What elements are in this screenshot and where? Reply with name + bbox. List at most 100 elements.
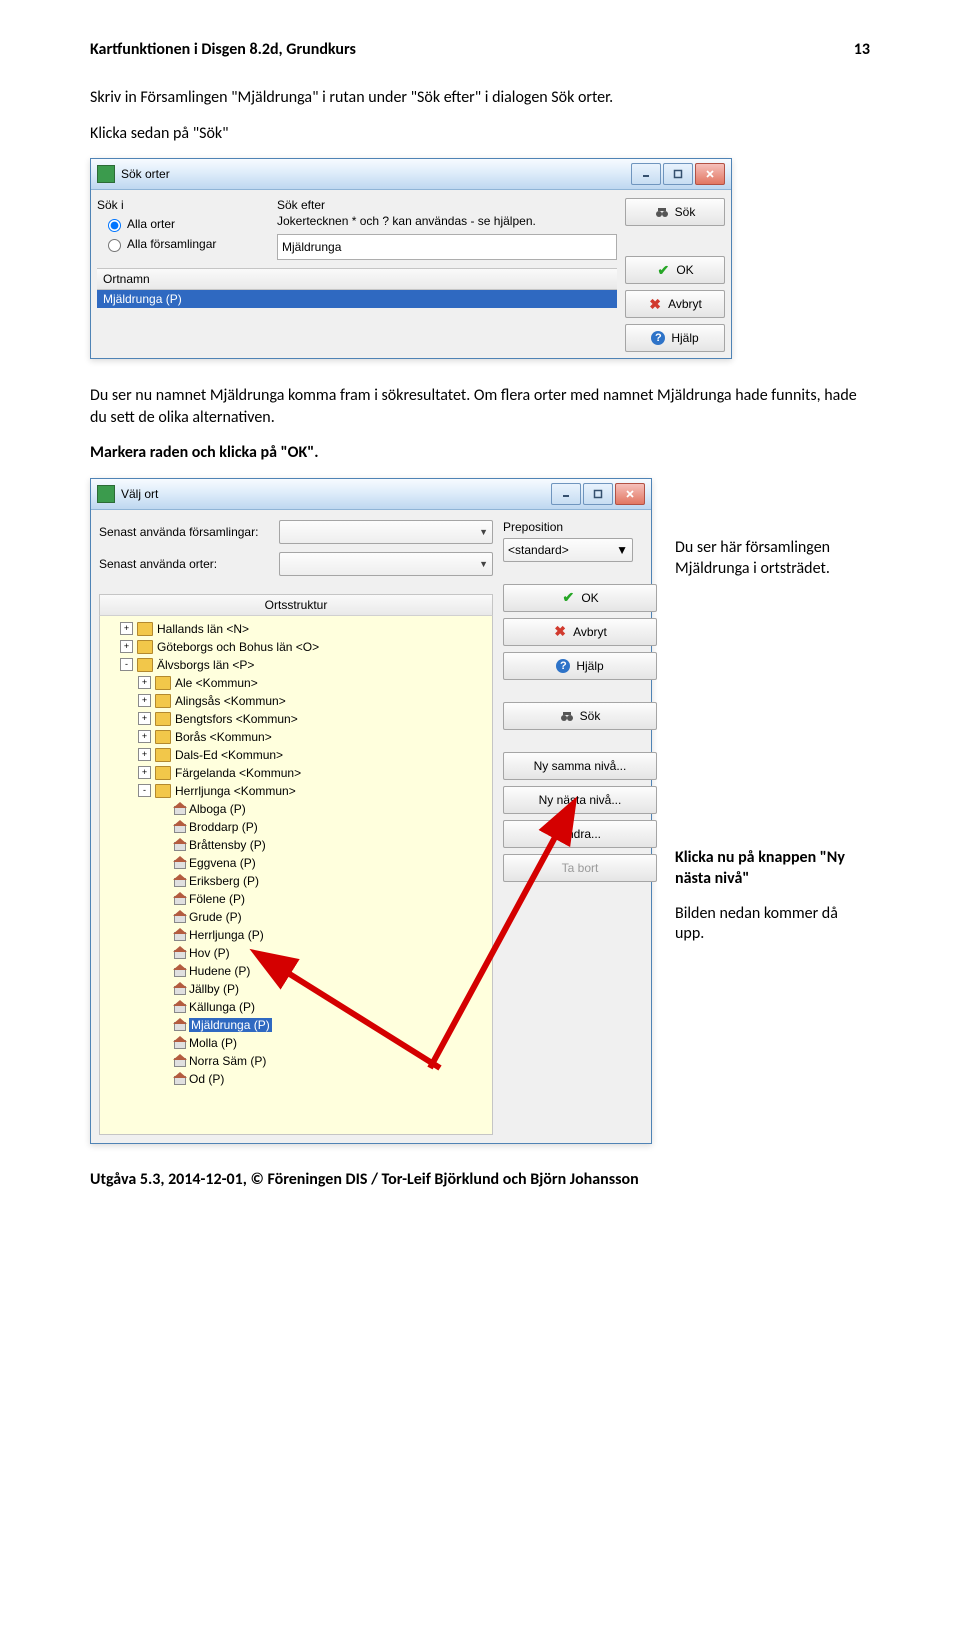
tree-branch-icon [158, 983, 169, 994]
combo-preposition[interactable]: <standard> ▼ [503, 538, 633, 562]
expand-icon[interactable]: + [138, 676, 151, 689]
expand-icon[interactable]: + [138, 730, 151, 743]
tree-item-label: Dals-Ed <Kommun> [175, 748, 283, 762]
folder-icon [155, 712, 171, 726]
folder-icon [155, 766, 171, 780]
house-icon [173, 1037, 185, 1049]
cancel-button[interactable]: ✖Avbryt [503, 618, 657, 646]
mid-text-1: Du ser nu namnet Mjäldrunga komma fram i… [90, 385, 870, 428]
folder-icon [137, 622, 153, 636]
chevron-down-icon: ▼ [479, 527, 488, 537]
close-button[interactable] [695, 163, 725, 185]
tree-item[interactable]: + Dals-Ed <Kommun> [102, 746, 490, 764]
expand-icon[interactable]: + [120, 622, 133, 635]
radio-alla-forsamlingar[interactable]: Alla församlingar [103, 236, 277, 252]
house-icon [173, 803, 185, 815]
tree-item-label: Bråttensby (P) [189, 838, 266, 852]
expand-icon[interactable]: + [138, 694, 151, 707]
side-note-2b: Bilden nedan kommer då upp. [675, 904, 865, 946]
intro-text-2: Klicka sedan på "Sök" [90, 123, 870, 145]
minimize-button[interactable] [631, 163, 661, 185]
tree-item-label: Borås <Kommun> [175, 730, 272, 744]
tree-item-label: Källunga (P) [189, 1000, 255, 1014]
tree-item-label: Färgelanda <Kommun> [175, 766, 301, 780]
maximize-button[interactable] [663, 163, 693, 185]
cancel-button[interactable]: ✖ Avbryt [625, 290, 725, 318]
tree-item[interactable]: +Göteborgs och Bohus län <O> [102, 638, 490, 656]
label-sok-efter: Sök efter [277, 198, 325, 212]
label-recent-parishes: Senast använda församlingar: [99, 525, 279, 539]
new-next-level-button[interactable]: Ny nästa nivå... [503, 786, 657, 814]
house-icon [173, 1001, 185, 1013]
ok-button[interactable]: ✔ OK [625, 256, 725, 284]
tree-item-label: Eggvena (P) [189, 856, 256, 870]
check-icon: ✔ [561, 591, 575, 605]
folder-icon [155, 748, 171, 762]
search-input[interactable]: Mjäldrunga [277, 234, 617, 260]
ok-button[interactable]: ✔OK [503, 584, 657, 612]
folder-icon [137, 640, 153, 654]
tree-item[interactable]: Alboga (P) [102, 800, 490, 818]
house-icon [173, 839, 185, 851]
tree-item[interactable]: -Herrljunga <Kommun> [102, 782, 490, 800]
tree-item-label: Ale <Kommun> [175, 676, 258, 690]
collapse-icon[interactable]: - [120, 658, 133, 671]
combo-recent-places[interactable]: ▼ [279, 552, 493, 576]
new-same-level-button[interactable]: Ny samma nivå... [503, 752, 657, 780]
collapse-icon[interactable]: - [138, 784, 151, 797]
search-button[interactable]: Sök [625, 198, 725, 226]
dialog1-title: Sök orter [121, 167, 170, 181]
tree-item[interactable]: + Hallands län <N> [102, 620, 490, 638]
help-icon: ? [651, 331, 665, 345]
expand-icon[interactable]: + [138, 748, 151, 761]
doc-header-page: 13 [854, 40, 870, 59]
tree-branch-icon [158, 947, 169, 958]
tree-item-label: Hallands län <N> [157, 622, 249, 636]
tree-branch-icon [158, 1055, 169, 1066]
minimize-button[interactable] [551, 483, 581, 505]
house-icon [173, 983, 185, 995]
tree-item[interactable]: + Färgelanda <Kommun> [102, 764, 490, 782]
joker-hint: Jokertecknen * och ? kan användas - se h… [277, 214, 617, 228]
dialog1-titlebar: Sök orter [91, 159, 731, 190]
tree-item[interactable]: + Ale <Kommun> [102, 674, 490, 692]
tree-item-label: Hov (P) [189, 946, 230, 960]
house-icon [173, 965, 185, 977]
tree-item[interactable]: +Alingsås <Kommun> [102, 692, 490, 710]
close-button[interactable] [615, 483, 645, 505]
tree-branch-icon [158, 803, 169, 814]
expand-icon[interactable]: + [138, 712, 151, 725]
tree-branch-icon [158, 929, 169, 940]
radio-alla-orter[interactable]: Alla orter [103, 216, 277, 232]
tree-branch-icon [158, 911, 169, 922]
help-button[interactable]: ?Hjälp [503, 652, 657, 680]
binoculars-icon [655, 205, 669, 219]
cross-icon: ✖ [648, 297, 662, 311]
tree-item-label: Mjäldrunga (P) [189, 1018, 272, 1032]
intro-text-1: Skriv in Församlingen "Mjäldrunga" i rut… [90, 87, 870, 109]
help-button[interactable]: ? Hjälp [625, 324, 725, 352]
house-icon [173, 929, 185, 941]
tree-item-label: Herrljunga (P) [189, 928, 264, 942]
tree-item[interactable]: -Älvsborgs län <P> [102, 656, 490, 674]
tree-item[interactable]: + Borås <Kommun> [102, 728, 490, 746]
tree-item-label: Broddarp (P) [189, 820, 258, 834]
tree-item-label: Fölene (P) [189, 892, 245, 906]
expand-icon[interactable]: + [120, 640, 133, 653]
expand-icon[interactable]: + [138, 766, 151, 779]
search-button[interactable]: Sök [503, 702, 657, 730]
result-row-selected[interactable]: Mjäldrunga (P) [97, 290, 617, 308]
label-sok-i: Sök i [97, 198, 277, 212]
binoculars-icon [560, 709, 574, 723]
tree-item-label: Molla (P) [189, 1036, 237, 1050]
house-icon [173, 893, 185, 905]
tree-item[interactable]: +Bengtsfors <Kommun> [102, 710, 490, 728]
combo-recent-parishes[interactable]: ▼ [279, 520, 493, 544]
dialog2-titlebar: Välj ort [91, 479, 651, 510]
folder-icon [155, 694, 171, 708]
label-preposition: Preposition [503, 520, 643, 534]
folder-icon [155, 730, 171, 744]
side-note-1: Du ser här församlingen Mjäldrunga i ort… [675, 538, 865, 580]
maximize-button[interactable] [583, 483, 613, 505]
dialog2-title: Välj ort [121, 487, 158, 501]
